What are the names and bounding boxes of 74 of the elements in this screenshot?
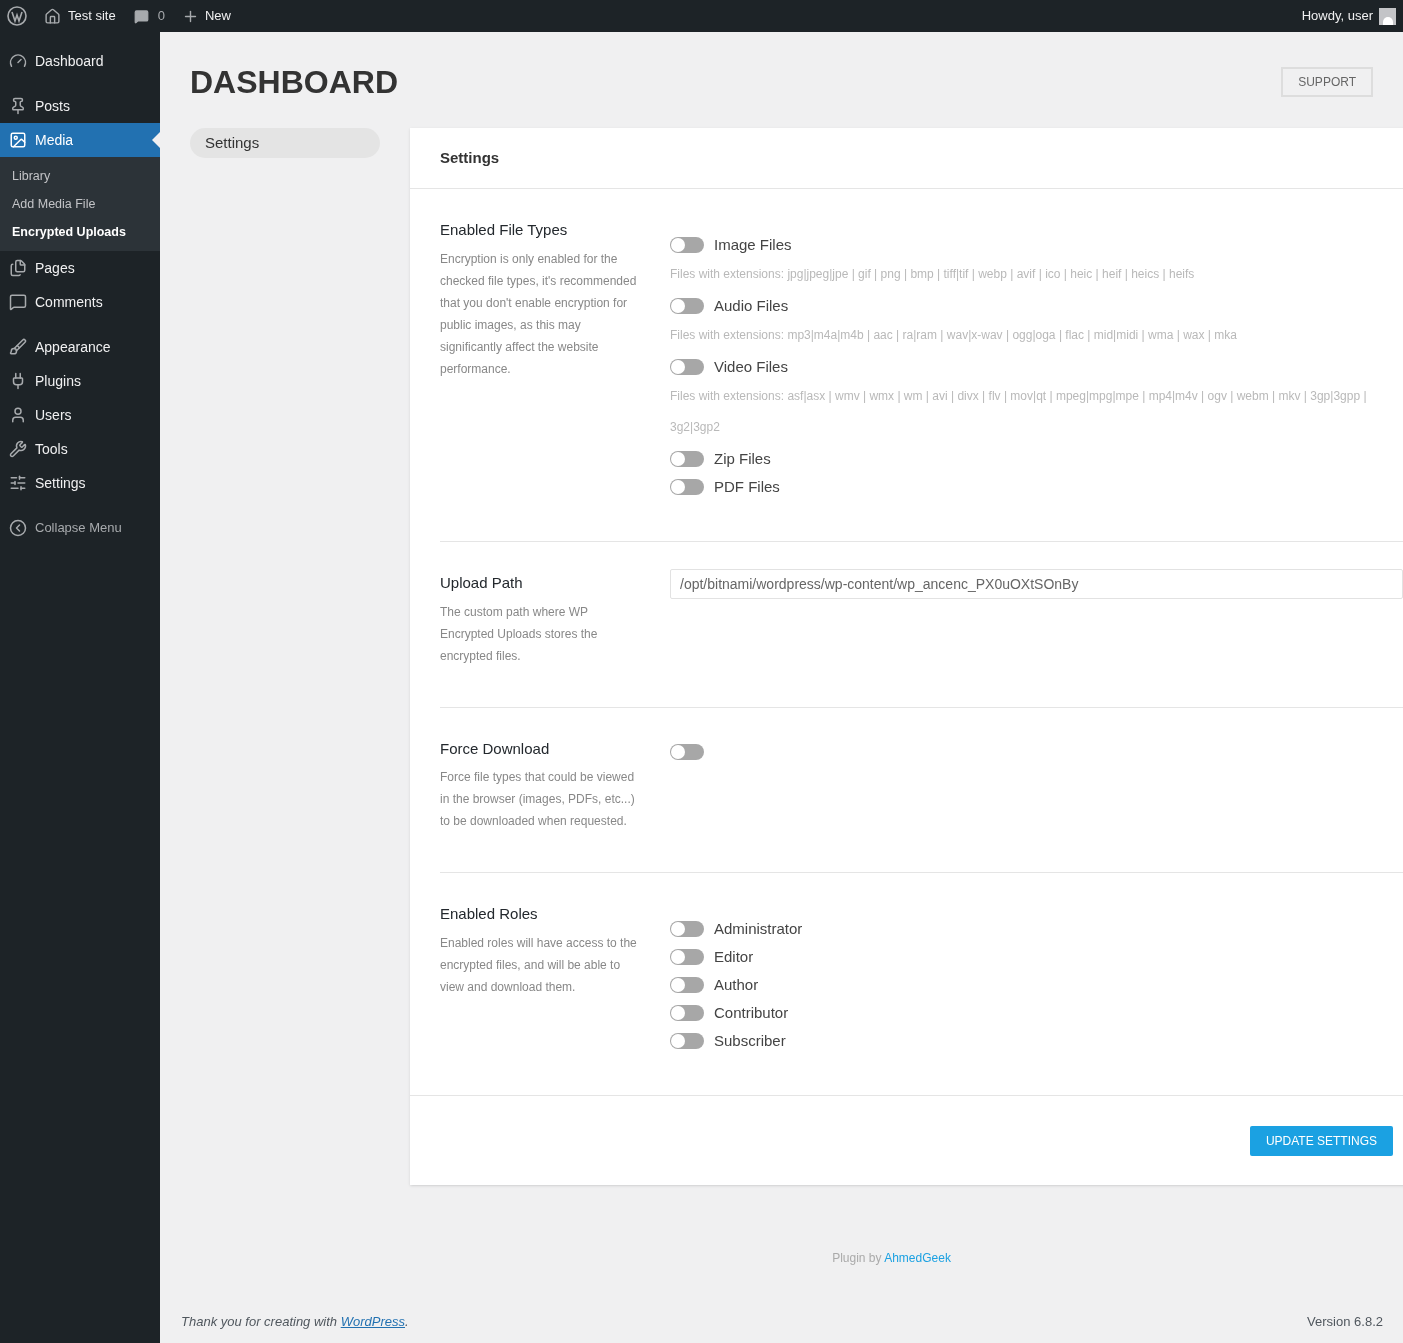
collapse-icon	[9, 519, 27, 537]
toggle-label: Administrator	[714, 918, 803, 939]
toggle-label: Image Files	[714, 234, 792, 255]
speech-bubble-icon	[9, 293, 27, 311]
pages-icon	[9, 259, 27, 277]
wordpress-logo-icon[interactable]	[7, 6, 27, 26]
section-description: The custom path where WP Encrypted Uploads stores the encrypted files.	[440, 603, 599, 665]
support-button[interactable]: SUPPORT	[1281, 67, 1373, 97]
new-link[interactable]: New	[204, 6, 231, 26]
sidebar-item[interactable]: Dashboard	[0, 44, 160, 78]
plugin-credit: Plugin by AhmedGeek	[832, 1250, 951, 1267]
section-description: Encryption is only enabled for the checked file types, it's recommended that you don't enable encryption for public images, as this may significantly affect the website performance.	[440, 250, 638, 378]
sidebar-item[interactable]: Appearance	[0, 330, 160, 364]
settings-tab[interactable]: Settings	[190, 128, 380, 158]
section-title: Upload Path	[440, 573, 524, 593]
page-title: DASHBOARD	[190, 64, 398, 100]
toggle-label: Contributor	[714, 1002, 789, 1023]
wordpress-link[interactable]: WordPress	[340, 1313, 405, 1329]
toggle-label: Editor	[714, 946, 754, 967]
submenu-item[interactable]: Add Media File	[0, 190, 160, 218]
extensions-hint: Files with extensions: mp3|m4a|m4b | aac | ra|ram | wav|x-wav | ogg|oga | flac | mid|midi | wma | wax | mka	[670, 327, 1238, 344]
extensions-hint: Files with extensions: asf|asx | wmv | wmx | wm | avi | divx | flv | mov|qt | mpeg|mpg|mpe | mp4|m4v | ogv | webm | mkv | 3gp|3gpp | 3g2|3gp2	[670, 388, 1368, 436]
upload-path-field[interactable]: /opt/bitnami/wordpress/wp-content/wp_ancenc_PX0uOXtSOnBy	[670, 569, 1403, 599]
sidebar-item[interactable]: Users	[0, 398, 160, 432]
toggle-switch[interactable]	[670, 977, 704, 993]
sidebar-item[interactable]: Posts	[0, 89, 160, 123]
sidebar-item[interactable]: Tools	[0, 432, 160, 466]
toggle-switch[interactable]	[670, 237, 704, 253]
avatar-icon[interactable]	[1379, 7, 1396, 25]
submenu-item[interactable]: Library	[0, 162, 160, 190]
gauge-icon	[9, 52, 27, 70]
section-title: Enabled File Types	[440, 220, 569, 240]
toggle-label: Author	[714, 974, 759, 995]
toggle-switch[interactable]	[670, 298, 704, 314]
toggle-switch[interactable]	[670, 479, 704, 495]
toggle-label: Zip Files	[714, 448, 771, 469]
footer-thanks: Thank you for creating with WordPress.	[181, 1312, 409, 1331]
toggle-switch[interactable]	[670, 743, 704, 760]
user-icon	[9, 406, 27, 424]
sidebar-item[interactable]: Media	[0, 123, 160, 157]
section-title: Enabled Roles	[440, 904, 539, 924]
section-description: Enabled roles will have access to the encrypted files, and will be able to view and download them.	[440, 934, 638, 996]
comment-icon[interactable]	[133, 8, 149, 24]
active-pointer	[152, 132, 160, 148]
home-icon[interactable]	[44, 7, 61, 25]
toggle-label: PDF Files	[714, 476, 780, 497]
toggle-label: Video Files	[714, 356, 788, 377]
section-description: Force file types that could be viewed in the browser (images, PDFs, etc...) to be downloaded when requested.	[440, 769, 636, 830]
sidebar-item[interactable]: Comments	[0, 285, 160, 319]
site-name-link[interactable]: Test site	[68, 6, 116, 26]
pin-icon	[9, 97, 27, 115]
card-title: Settings	[440, 147, 500, 168]
toggle-label: Subscriber	[714, 1030, 786, 1051]
sidebar-item[interactable]: Pages	[0, 251, 160, 285]
toggle-switch[interactable]	[670, 1033, 704, 1049]
toggle-switch[interactable]	[670, 1005, 704, 1021]
collapse-menu-button[interactable]: Collapse Menu	[0, 511, 160, 545]
greeting-link[interactable]: Howdy, user	[1301, 6, 1373, 26]
toggle-switch[interactable]	[670, 921, 704, 937]
toggle-label: Audio Files	[714, 295, 789, 316]
sidebar-item[interactable]: Settings	[0, 466, 160, 500]
wrench-icon	[9, 440, 27, 458]
toggle-switch[interactable]	[670, 451, 704, 467]
submenu-item[interactable]: Encrypted Uploads	[0, 218, 160, 246]
brush-icon	[9, 338, 27, 356]
toggle-switch[interactable]	[670, 359, 704, 375]
image-icon	[9, 131, 27, 149]
sliders-icon	[9, 474, 27, 492]
section-title: Force Download	[440, 738, 551, 759]
comment-count: 0	[157, 7, 165, 26]
extensions-hint: Files with extensions: jpg|jpeg|jpe | gif | png | bmp | tiff|tif | webp | avif | ico | heic | heif | heics | heifs	[670, 266, 1196, 283]
sidebar-item[interactable]: Plugins	[0, 364, 160, 398]
version-text: Version 6.8.2	[1307, 1312, 1383, 1331]
toggle-switch[interactable]	[670, 949, 704, 965]
